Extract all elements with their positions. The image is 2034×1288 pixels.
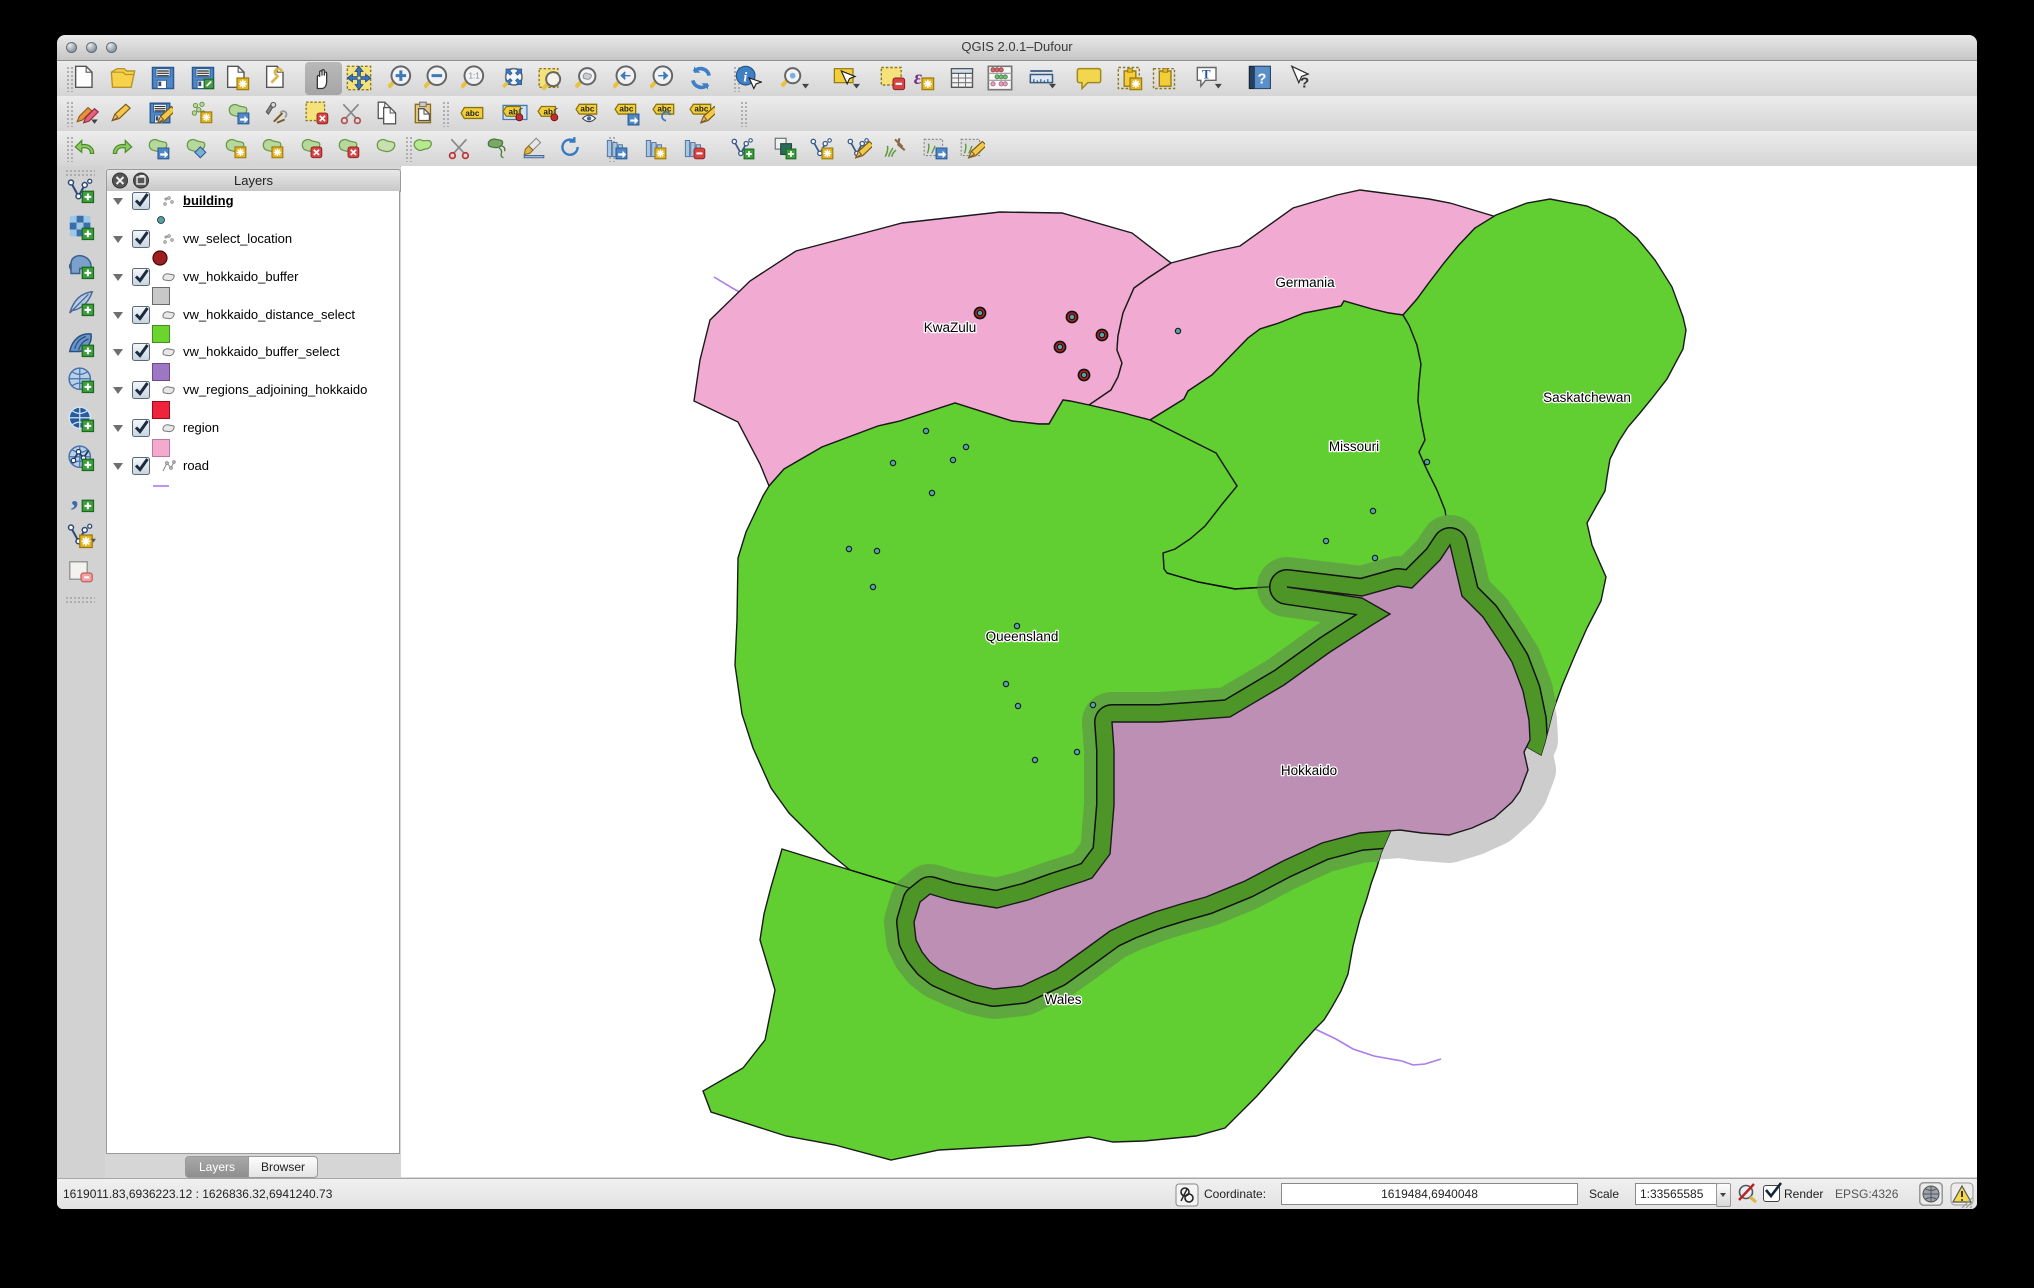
svg-text:abc: abc (694, 105, 708, 114)
svg-text:ε: ε (914, 67, 922, 89)
svg-text:Queensland: Queensland (986, 629, 1059, 644)
svg-text:T: T (1202, 68, 1211, 82)
svg-text:Missouri: Missouri (1329, 439, 1379, 454)
svg-text:Saskatchewan: Saskatchewan (1543, 390, 1631, 405)
svg-text:Wales: Wales (1044, 992, 1081, 1007)
svg-text:,: , (71, 484, 79, 512)
svg-text:1:1: 1:1 (468, 72, 480, 81)
svg-text:Hokkaido: Hokkaido (1281, 763, 1337, 778)
svg-text:i: i (743, 71, 747, 86)
svg-text:abc: abc (465, 109, 479, 118)
svg-text:Germania: Germania (1275, 275, 1335, 290)
svg-text:KwaZulu: KwaZulu (924, 320, 977, 335)
svg-text:abc: abc (580, 105, 594, 114)
svg-text:?: ? (1300, 74, 1309, 91)
svg-text:?: ? (1258, 71, 1267, 87)
svg-text:abc: abc (619, 105, 633, 114)
